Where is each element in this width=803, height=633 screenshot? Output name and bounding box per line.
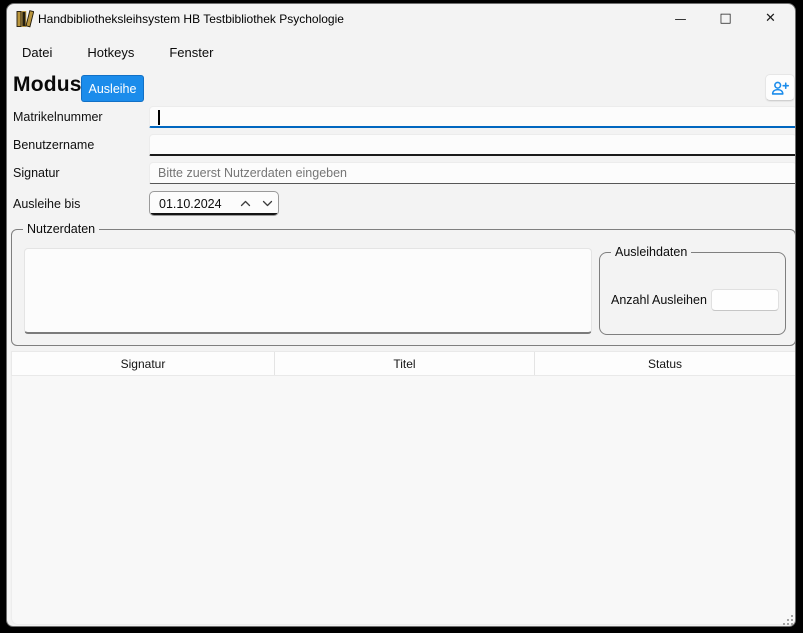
column-header-titel[interactable]: Titel	[275, 352, 535, 375]
table-body-empty	[11, 376, 796, 625]
chevron-up-icon	[240, 200, 251, 207]
matrikelnummer-label: Matrikelnummer	[13, 106, 145, 128]
nutzerdaten-group-title: Nutzerdaten	[23, 222, 99, 237]
minimize-icon: —	[675, 13, 687, 25]
mode-ausleihe-button[interactable]: Ausleihe	[81, 75, 144, 102]
menu-item-datei[interactable]: Datei	[19, 43, 55, 62]
signatur-label: Signatur	[13, 162, 145, 184]
signatur-input[interactable]	[149, 162, 796, 184]
titlebar: Handbibliotheksleihsystem HB Testbibliot…	[7, 4, 795, 34]
minimize-button[interactable]: —	[658, 4, 703, 33]
anzahl-ausleihen-label: Anzahl Ausleihen	[611, 293, 707, 307]
matrikelnummer-input[interactable]	[149, 106, 796, 128]
benutzername-label: Benutzername	[13, 134, 145, 156]
anzahl-ausleihen-input[interactable]	[711, 289, 779, 311]
resize-grip[interactable]	[781, 613, 793, 625]
date-value[interactable]: 01.10.2024	[150, 197, 234, 211]
ausleihe-bis-label: Ausleihe bis	[13, 193, 145, 215]
menubar: Datei Hotkeys Fenster	[19, 40, 216, 64]
date-underline	[151, 213, 277, 215]
text-cursor	[158, 110, 160, 125]
app-icon	[16, 10, 34, 28]
window-controls: — □ ✕	[658, 4, 793, 33]
mode-label: Modus	[13, 73, 82, 97]
ausleihdaten-group-title: Ausleihdaten	[611, 245, 691, 260]
app-window: Handbibliotheksleihsystem HB Testbibliot…	[6, 3, 796, 627]
date-decrement-button[interactable]	[256, 193, 278, 214]
chevron-down-icon	[262, 200, 273, 207]
ausleihe-bis-date-spinner[interactable]: 01.10.2024	[149, 191, 279, 216]
close-button[interactable]: ✕	[748, 4, 793, 33]
close-icon: ✕	[765, 12, 776, 25]
nutzerdaten-textarea[interactable]	[24, 248, 592, 334]
nutzerdaten-groupbox: Nutzerdaten Ausleihdaten Anzahl Ausleihe…	[11, 229, 796, 346]
add-user-button[interactable]	[765, 74, 795, 101]
benutzername-input[interactable]	[149, 134, 796, 156]
menu-item-hotkeys[interactable]: Hotkeys	[84, 43, 137, 62]
column-header-status[interactable]: Status	[535, 352, 795, 375]
date-increment-button[interactable]	[234, 193, 256, 214]
menu-item-fenster[interactable]: Fenster	[166, 43, 216, 62]
table-header: Signatur Titel Status	[11, 351, 796, 376]
maximize-button[interactable]: □	[703, 4, 748, 33]
add-user-icon	[769, 78, 791, 98]
column-header-signatur[interactable]: Signatur	[12, 352, 275, 375]
ausleihdaten-groupbox: Ausleihdaten Anzahl Ausleihen	[599, 252, 786, 335]
window-title: Handbibliotheksleihsystem HB Testbibliot…	[38, 4, 344, 34]
maximize-icon: □	[719, 12, 731, 25]
